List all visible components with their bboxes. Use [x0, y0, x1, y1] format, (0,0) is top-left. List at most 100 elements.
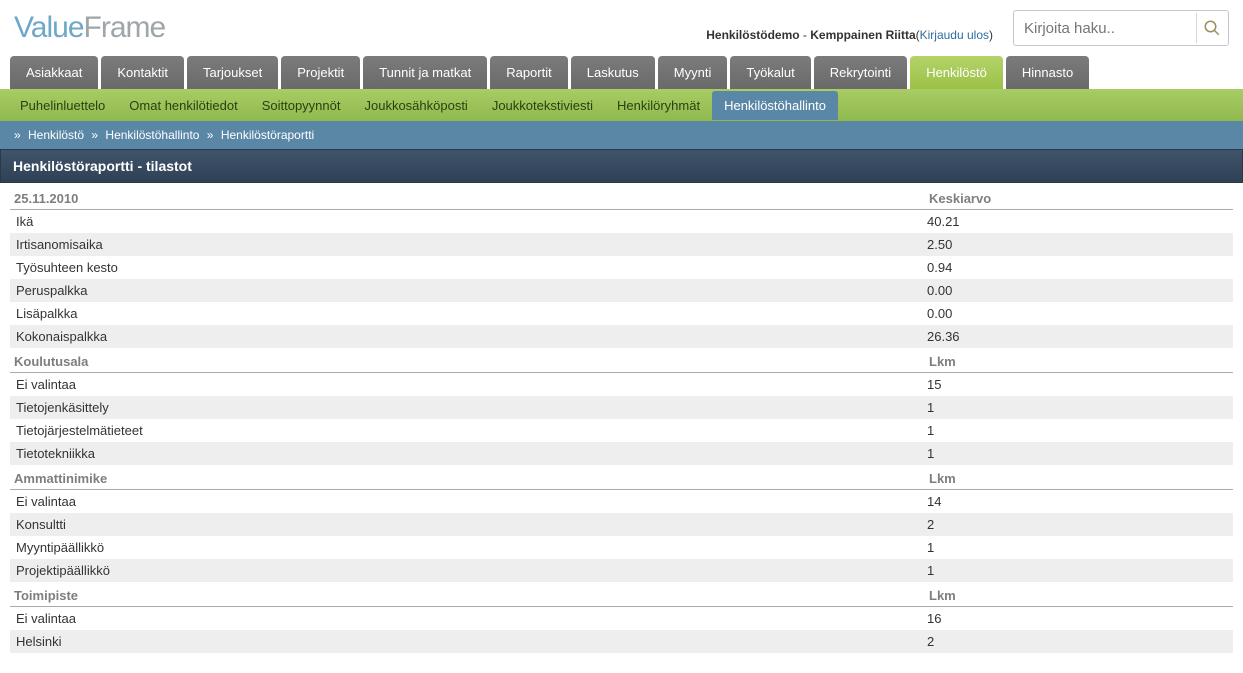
row-label: Kokonaispalkka	[16, 329, 927, 344]
table-row: Helsinki2	[10, 630, 1233, 653]
subtab-puhelinluettelo[interactable]: Puhelinluettelo	[8, 91, 117, 120]
user-name: Kemppainen Riitta	[810, 28, 915, 42]
row-label: Tietojenkäsittely	[16, 400, 927, 415]
group-header: KoulutusalaLkm	[10, 348, 1233, 373]
tab-projektit[interactable]: Projektit	[281, 56, 360, 89]
search-input[interactable]	[1016, 14, 1196, 43]
row-value: 1	[927, 423, 1227, 438]
group-header-left: Ammattinimike	[14, 471, 929, 486]
user-info: Henkilöstödemo - Kemppainen Riitta(Kirja…	[706, 28, 993, 42]
row-label: Tietojärjestelmätieteet	[16, 423, 927, 438]
subtab-soittopyynnöt[interactable]: Soittopyynnöt	[250, 91, 353, 120]
row-label: Tietotekniikka	[16, 446, 927, 461]
table-row: Ikä40.21	[10, 210, 1233, 233]
tab-hinnasto[interactable]: Hinnasto	[1006, 56, 1089, 89]
tab-rekrytointi[interactable]: Rekrytointi	[814, 56, 907, 89]
breadcrumb-item[interactable]: Henkilöstöhallinto	[105, 128, 202, 142]
search-button[interactable]	[1196, 13, 1226, 43]
row-value: 2	[927, 517, 1227, 532]
row-value: 2	[927, 634, 1227, 649]
group-header-right: Keskiarvo	[929, 191, 1229, 206]
row-value: 1	[927, 400, 1227, 415]
tab-työkalut[interactable]: Työkalut	[730, 56, 810, 89]
table-row: Myyntipäällikkö1	[10, 536, 1233, 559]
table-row: Peruspalkka0.00	[10, 279, 1233, 302]
logo-part1: Value	[14, 11, 84, 44]
row-value: 1	[927, 540, 1227, 555]
tab-raportit[interactable]: Raportit	[490, 56, 568, 89]
subtab-henkilöryhmät[interactable]: Henkilöryhmät	[605, 91, 712, 120]
table-row: Ei valintaa15	[10, 373, 1233, 396]
table-row: Työsuhteen kesto0.94	[10, 256, 1233, 279]
table-row: Konsultti2	[10, 513, 1233, 536]
group-header-right: Lkm	[929, 471, 1229, 486]
table-row: Ei valintaa14	[10, 490, 1233, 513]
logout-link[interactable]: Kirjaudu ulos	[920, 28, 989, 42]
table-row: Kokonaispalkka26.36	[10, 325, 1233, 348]
logo: ValueFrame	[14, 11, 165, 45]
subtab-henkilöstöhallinto[interactable]: Henkilöstöhallinto	[712, 91, 838, 120]
breadcrumb-item: Henkilöstöraportti	[221, 128, 314, 142]
row-value: 15	[927, 377, 1227, 392]
tab-laskutus[interactable]: Laskutus	[571, 56, 655, 89]
group-header: ToimipisteLkm	[10, 582, 1233, 607]
table-row: Tietotekniikka1	[10, 442, 1233, 465]
group-header-right: Lkm	[929, 354, 1229, 369]
row-label: Konsultti	[16, 517, 927, 532]
row-value: 16	[927, 611, 1227, 626]
tab-henkilöstö[interactable]: Henkilöstö	[910, 56, 1003, 89]
row-label: Lisäpalkka	[16, 306, 927, 321]
group-header-right: Lkm	[929, 588, 1229, 603]
row-value: 2.50	[927, 237, 1227, 252]
search-icon	[1203, 19, 1221, 37]
table-row: Ei valintaa16	[10, 607, 1233, 630]
row-label: Projektipäällikkö	[16, 563, 927, 578]
group-header-left: Toimipiste	[14, 588, 929, 603]
table-row: Irtisanomisaika2.50	[10, 233, 1233, 256]
table-row: Tietojenkäsittely1	[10, 396, 1233, 419]
table-row: Lisäpalkka0.00	[10, 302, 1233, 325]
tab-myynti[interactable]: Myynti	[658, 56, 728, 89]
row-value: 14	[927, 494, 1227, 509]
table-row: Tietojärjestelmätieteet1	[10, 419, 1233, 442]
logo-part2: Frame	[84, 11, 166, 44]
breadcrumb-sep: »	[14, 128, 24, 142]
row-label: Ei valintaa	[16, 377, 927, 392]
system-name: Henkilöstödemo	[706, 28, 799, 42]
row-label: Helsinki	[16, 634, 927, 649]
row-label: Irtisanomisaika	[16, 237, 927, 252]
breadcrumb-sep: »	[207, 128, 217, 142]
row-value: 1	[927, 563, 1227, 578]
report-body: 25.11.2010KeskiarvoIkä40.21Irtisanomisai…	[0, 183, 1243, 673]
group-header-left: 25.11.2010	[14, 191, 929, 206]
row-label: Ei valintaa	[16, 611, 927, 626]
breadcrumb-sep: »	[91, 128, 101, 142]
row-value: 1	[927, 446, 1227, 461]
sub-tabs: PuhelinluetteloOmat henkilötiedotSoittop…	[0, 89, 1243, 121]
table-row: Projektipäällikkö1	[10, 559, 1233, 582]
tab-tunnitjamatkat[interactable]: Tunnit ja matkat	[363, 56, 487, 89]
row-label: Ei valintaa	[16, 494, 927, 509]
row-value: 0.94	[927, 260, 1227, 275]
subtab-omathenkilötiedot[interactable]: Omat henkilötiedot	[117, 91, 249, 120]
row-value: 26.36	[927, 329, 1227, 344]
tab-kontaktit[interactable]: Kontaktit	[101, 56, 184, 89]
subtab-joukkotekstiviesti[interactable]: Joukkotekstiviesti	[480, 91, 605, 120]
row-label: Peruspalkka	[16, 283, 927, 298]
group-header: AmmattinimikeLkm	[10, 465, 1233, 490]
row-value: 40.21	[927, 214, 1227, 229]
subtab-joukkosähköposti[interactable]: Joukkosähköposti	[352, 91, 479, 120]
row-value: 0.00	[927, 283, 1227, 298]
tab-asiakkaat[interactable]: Asiakkaat	[10, 56, 98, 89]
row-label: Myyntipäällikkö	[16, 540, 927, 555]
group-header-left: Koulutusala	[14, 354, 929, 369]
main-tabs: AsiakkaatKontaktitTarjouksetProjektitTun…	[0, 46, 1243, 89]
row-label: Ikä	[16, 214, 927, 229]
tab-tarjoukset[interactable]: Tarjoukset	[187, 56, 278, 89]
group-header: 25.11.2010Keskiarvo	[10, 185, 1233, 210]
row-value: 0.00	[927, 306, 1227, 321]
breadcrumb-item[interactable]: Henkilöstö	[28, 128, 87, 142]
breadcrumb: » Henkilöstö » Henkilöstöhallinto » Henk…	[0, 121, 1243, 149]
page-title: Henkilöstöraportti - tilastot	[0, 149, 1243, 183]
row-label: Työsuhteen kesto	[16, 260, 927, 275]
